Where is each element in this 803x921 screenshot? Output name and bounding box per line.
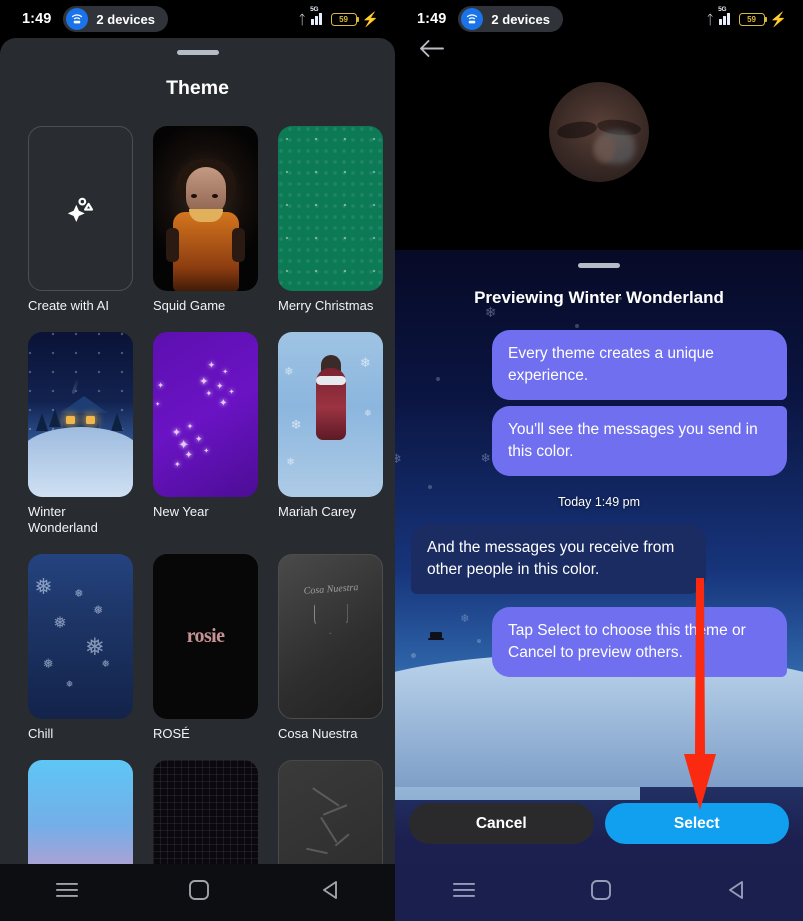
message-bubble-outgoing: Every theme creates a unique experience. [492, 330, 787, 400]
theme-item-mariah-carey[interactable]: ❄ ❄ ❄ ❄ ❄ Mariah Carey [278, 331, 383, 537]
avatar [549, 82, 649, 182]
theme-bottom-sheet: Theme Create with AI Squid Game Merry Ch… [0, 38, 395, 921]
theme-label: ROSÉ [153, 725, 190, 741]
theme-thumbnail[interactable] [28, 126, 133, 291]
theme-label: Cosa Nuestra [278, 725, 358, 741]
bluetooth-icon: ᛏ [298, 11, 307, 27]
recents-icon[interactable] [55, 882, 78, 903]
network-type-label: 5G [718, 6, 727, 13]
message-list: Every theme creates a unique experience.… [395, 308, 803, 677]
screenshot-root: 1:49 2 devices ᛏ 5G 59 ⚡ Theme Create wi… [0, 0, 803, 921]
ai-sparkle-icon [67, 197, 93, 222]
theme-thumbnail[interactable]: ❅ ❅ ❅ ❅ ❅ ❅ ❅ ❅ [28, 553, 133, 719]
back-icon[interactable] [321, 880, 339, 905]
theme-item-new-year[interactable]: ✦ ✦ ✦ ✦ ✦ ✦ ✦ ✦ ✦ ✦ ✦ ✦ ✦ ✦ ✦ ✦ New Year [153, 331, 258, 537]
theme-item-cosa-nuestra[interactable]: Cosa Nuestra Cosa Nuestra [278, 553, 383, 743]
status-time: 1:49 [22, 11, 52, 27]
battery-level: 59 [747, 14, 757, 24]
left-panel-theme-picker: 1:49 2 devices ᛏ 5G 59 ⚡ Theme Create wi… [0, 0, 395, 921]
battery-icon: 59 [330, 12, 359, 26]
status-icons-right: ᛏ 5G 59 ⚡ [706, 6, 787, 27]
devices-pill[interactable]: 2 devices [458, 6, 563, 32]
theme-grid: Create with AI Squid Game Merry Christma… [0, 126, 395, 921]
recents-icon[interactable] [453, 882, 475, 903]
status-icons-left: ᛏ 5G 59 ⚡ [298, 6, 379, 27]
theme-thumbnail[interactable]: ❄ ❄ ❄ ❄ ❄ [278, 331, 383, 497]
message-bubble-outgoing: You'll see the messages you send in this… [492, 406, 787, 476]
cancel-button[interactable]: Cancel [409, 803, 594, 844]
preview-action-bar: Cancel Select [395, 803, 803, 844]
back-icon[interactable] [727, 880, 745, 905]
devices-pill-label: 2 devices [491, 11, 550, 27]
theme-label: Merry Christmas [278, 298, 374, 313]
router-icon [461, 8, 484, 30]
cosa-watermark: Cosa Nuestra [302, 582, 359, 598]
select-button[interactable]: Select [604, 803, 789, 844]
theme-label: Chill [28, 725, 54, 741]
theme-item-winter-wonderland[interactable]: Winter Wonderland [28, 331, 133, 537]
devices-pill-label: 2 devices [96, 11, 155, 27]
home-icon[interactable] [189, 880, 210, 905]
theme-item-merry-christmas[interactable]: Merry Christmas [278, 126, 383, 315]
battery-level: 59 [339, 14, 349, 24]
theme-item-create-with-ai[interactable]: Create with AI [28, 126, 133, 315]
signal-icon: 5G [310, 6, 326, 25]
network-type-label: 5G [310, 6, 319, 13]
home-icon[interactable] [591, 880, 611, 905]
theme-thumbnail[interactable]: ✦ ✦ ✦ ✦ ✦ ✦ ✦ ✦ ✦ ✦ ✦ ✦ ✦ ✦ ✦ ✦ [153, 331, 258, 497]
status-bar-left: 1:49 2 devices ᛏ 5G 59 ⚡ [0, 0, 395, 38]
preview-drag-handle[interactable] [578, 263, 620, 268]
theme-thumbnail[interactable]: Cosa Nuestra [278, 553, 383, 719]
signal-icon: 5G [718, 6, 734, 25]
status-time: 1:49 [417, 11, 447, 27]
message-bubble-incoming: And the messages you receive from other … [411, 524, 706, 594]
theme-label: Winter Wonderland [28, 503, 98, 536]
nav-bar-right [395, 864, 803, 921]
page-title: Theme [166, 77, 229, 99]
bluetooth-icon: ᛏ [706, 11, 715, 27]
theme-thumbnail[interactable] [278, 126, 383, 291]
theme-preview-sheet: ❄ ❄ ❄ ❄ ❄ ❄ [395, 250, 803, 921]
theme-label: Squid Game [153, 298, 226, 313]
battery-icon: 59 [738, 12, 767, 26]
theme-item-chill[interactable]: ❅ ❅ ❅ ❅ ❅ ❅ ❅ ❅ Chill [28, 553, 133, 743]
cosa-emblem-icon [313, 603, 348, 634]
theme-label: Create with AI [28, 298, 109, 313]
theme-label: Mariah Carey [278, 503, 357, 519]
theme-thumbnail[interactable]: rosie [153, 553, 258, 719]
theme-item-squid-game[interactable]: Squid Game [153, 126, 258, 315]
charging-bolt-icon: ⚡ [769, 11, 787, 27]
devices-pill[interactable]: 2 devices [63, 6, 168, 32]
theme-thumbnail[interactable] [28, 331, 133, 497]
router-icon [66, 8, 89, 30]
message-timestamp: Today 1:49 pm [558, 495, 640, 509]
preview-title: Previewing Winter Wonderland [474, 288, 724, 307]
charging-bolt-icon: ⚡ [361, 11, 379, 27]
theme-label: New Year [153, 503, 209, 519]
theme-thumbnail[interactable] [153, 126, 258, 291]
sheet-drag-handle[interactable] [176, 50, 219, 55]
right-panel-theme-preview: 1:49 2 devices ᛏ 5G 59 ⚡ ❄ ❄ ❄ ❄ Preview… [395, 0, 803, 921]
nav-bar-left [0, 864, 395, 921]
status-bar-right: 1:49 2 devices ᛏ 5G 59 ⚡ [395, 0, 803, 38]
rose-watermark: rosie [186, 624, 225, 647]
theme-item-rose[interactable]: rosie ROSÉ [153, 553, 258, 743]
message-bubble-outgoing: Tap Select to choose this theme or Cance… [492, 607, 787, 677]
